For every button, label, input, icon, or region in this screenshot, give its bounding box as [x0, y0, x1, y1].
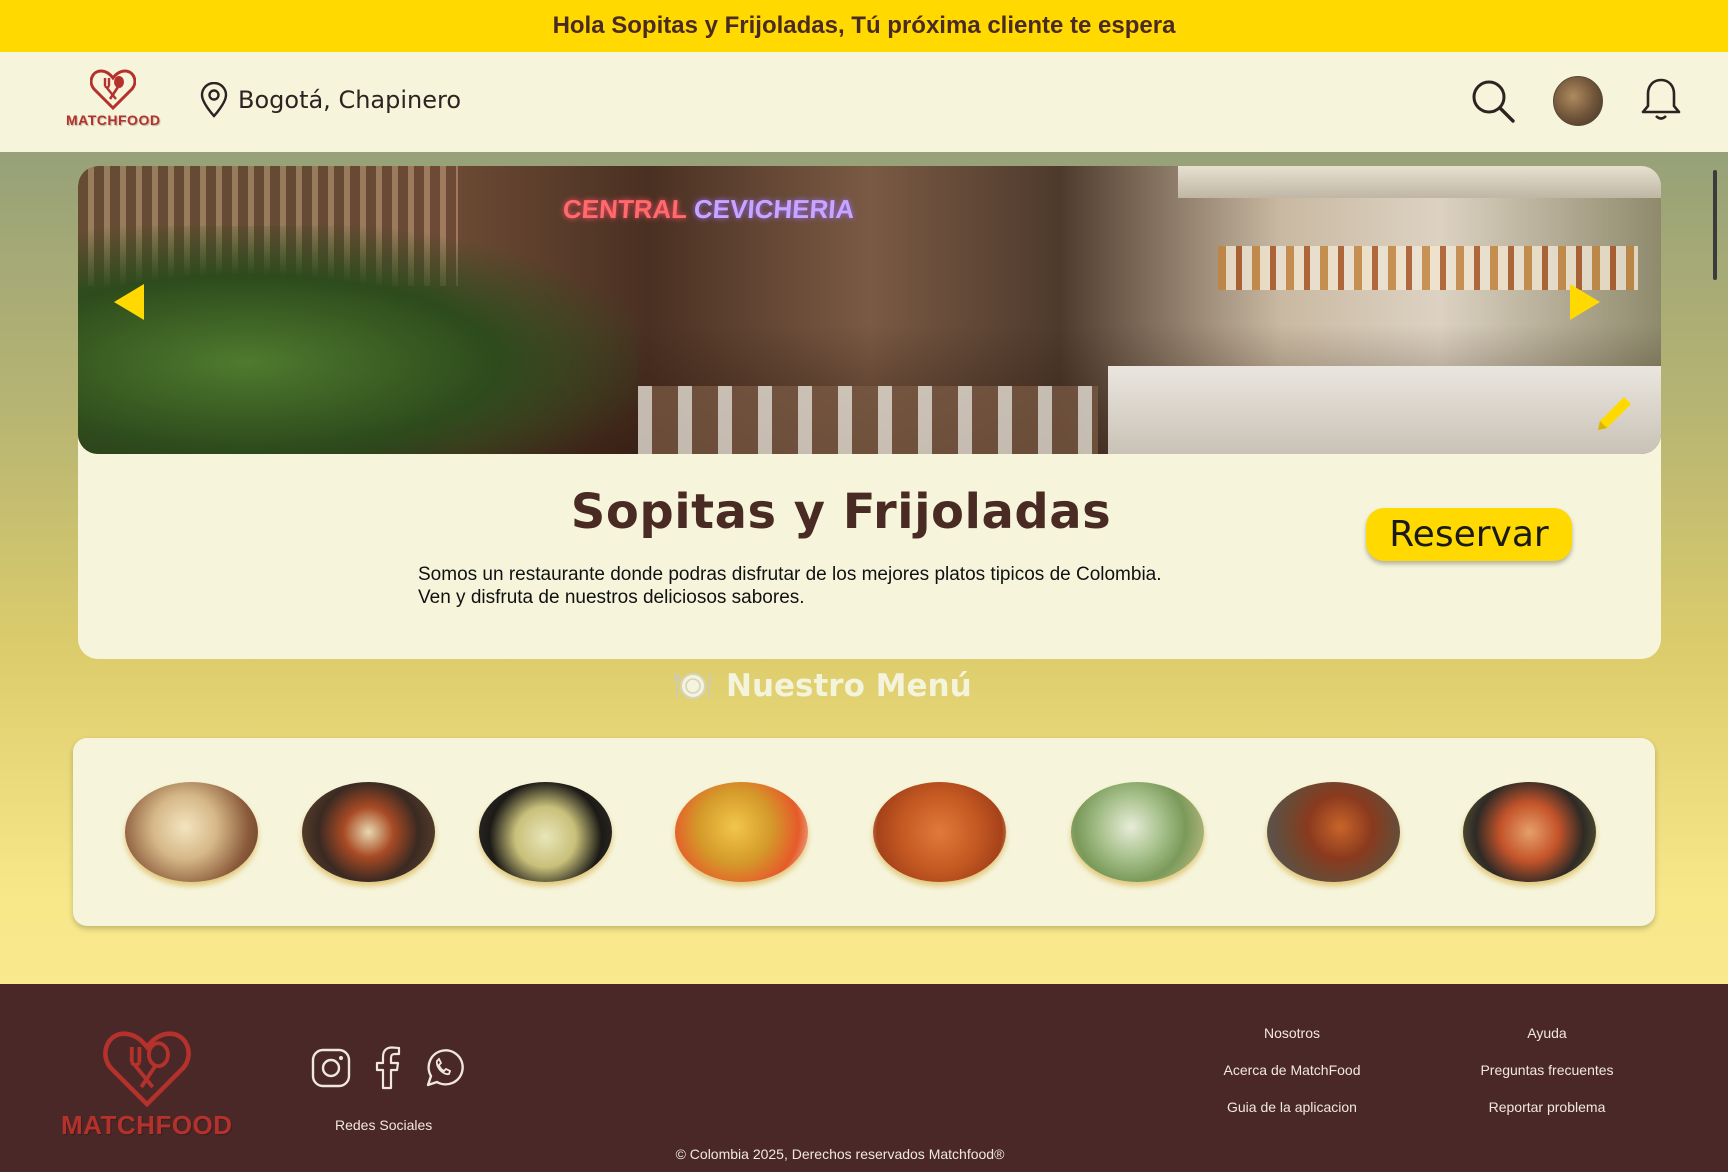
description-line-1: Somos un restaurante donde podras disfru… — [418, 564, 1162, 585]
dish-arepas[interactable] — [125, 782, 258, 882]
sign-text-2: CEVICHERIA — [692, 194, 856, 224]
restaurant-card: CENTRAL CEVICHERIA Sopitas y Frijoladas … — [78, 166, 1661, 659]
arrow-left-icon[interactable] — [114, 284, 144, 320]
banner-neon-sign: CENTRAL CEVICHERIA — [561, 194, 856, 225]
search-icon[interactable] — [1470, 78, 1516, 124]
footer-logo-wordmark: MATCHFOOD — [61, 1110, 233, 1140]
restaurant-description: Somos un restaurante donde podras disfru… — [418, 563, 1318, 609]
greeting-text: Hola Sopitas y Frijoladas, Tú próxima cl… — [552, 12, 1176, 39]
dish-rice-stew[interactable] — [1267, 782, 1400, 882]
footer-link-nosotros[interactable]: Nosotros — [1264, 1025, 1320, 1041]
reserve-button[interactable]: Reservar — [1366, 508, 1572, 561]
footer-column-2: Ayuda Preguntas frecuentes Reportar prob… — [1447, 1025, 1647, 1136]
footer-link-reportar[interactable]: Reportar problema — [1489, 1099, 1606, 1115]
location-text: Bogotá, Chapinero — [238, 86, 462, 114]
location-selector[interactable]: Bogotá, Chapinero — [198, 82, 461, 118]
restaurant-banner-image: CENTRAL CEVICHERIA — [78, 166, 1661, 454]
facebook-icon[interactable] — [372, 1046, 402, 1090]
footer-link-guia[interactable]: Guia de la aplicacion — [1227, 1099, 1357, 1115]
logo-wordmark: MATCHFOOD — [66, 112, 161, 128]
instagram-icon[interactable] — [310, 1047, 352, 1089]
heart-cutlery-logo-icon — [102, 1031, 191, 1108]
footer-link-ayuda[interactable]: Ayuda — [1527, 1025, 1566, 1041]
plate-cutlery-icon — [674, 673, 712, 699]
footer-link-faq[interactable]: Preguntas frecuentes — [1480, 1062, 1613, 1078]
arrow-right-icon[interactable] — [1570, 284, 1600, 320]
banner-foliage — [78, 226, 638, 454]
sign-text-1: CENTRAL — [561, 194, 688, 224]
bell-icon[interactable] — [1640, 76, 1682, 122]
dish-ajiaco[interactable] — [479, 782, 612, 882]
heart-cutlery-logo-icon — [90, 69, 137, 110]
menu-heading: Nuestro Menú — [674, 668, 972, 704]
greeting-bar: Hola Sopitas y Frijoladas, Tú próxima cl… — [0, 0, 1728, 52]
header-logo[interactable]: MATCHFOOD — [66, 68, 160, 128]
menu-title: Nuestro Menú — [726, 668, 972, 704]
header: MATCHFOOD Bogotá, Chapinero — [0, 52, 1728, 152]
dish-tacos[interactable] — [1463, 782, 1596, 882]
copyright-text: © Colombia 2025, Derechos reservados Mat… — [675, 1146, 1005, 1162]
dish-penne-pasta[interactable] — [873, 782, 1006, 882]
footer-column-1: Nosotros Acerca de MatchFood Guia de la … — [1192, 1025, 1392, 1136]
footer-logo[interactable]: MATCHFOOD — [61, 1028, 233, 1141]
dish-bandeja-paisa[interactable] — [302, 782, 435, 882]
social-links — [310, 1046, 464, 1090]
scrollbar[interactable] — [1713, 170, 1717, 280]
dish-enchiladas[interactable] — [1071, 782, 1204, 882]
location-pin-icon — [200, 82, 228, 118]
banner-bar-top — [1178, 166, 1661, 198]
footer-link-acerca[interactable]: Acerca de MatchFood — [1224, 1062, 1361, 1078]
footer: MATCHFOOD Redes Sociales Nosotros Acerca… — [0, 984, 1728, 1172]
banner-chairs — [638, 386, 1098, 454]
avatar[interactable] — [1553, 76, 1603, 126]
whatsapp-icon[interactable] — [422, 1047, 464, 1089]
menu-carousel — [73, 738, 1655, 926]
social-label: Redes Sociales — [335, 1117, 433, 1133]
description-line-2: Ven y disfruta de nuestros deliciosos sa… — [418, 587, 805, 608]
pencil-icon[interactable] — [1590, 390, 1638, 438]
dish-empanadas[interactable] — [675, 782, 808, 882]
banner-counter — [1108, 366, 1661, 454]
